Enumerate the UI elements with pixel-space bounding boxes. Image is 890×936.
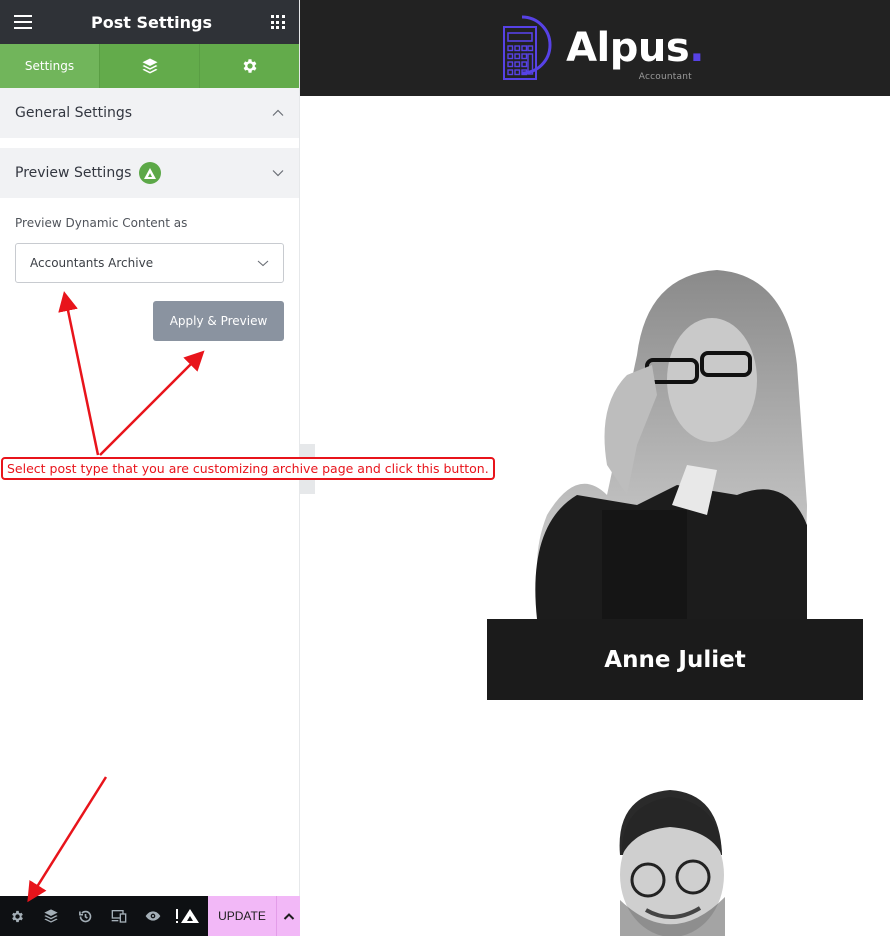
bottom-toolbar: UPDATE	[0, 896, 300, 936]
preview-content-select[interactable]: Accountants Archive	[15, 243, 284, 283]
gear-icon	[243, 59, 256, 73]
history-icon	[78, 910, 91, 922]
preview-settings-body: Preview Dynamic Content as Accountants A…	[0, 198, 299, 341]
layers-icon	[142, 58, 157, 74]
chevron-down-icon	[272, 170, 284, 177]
responsive-button[interactable]	[102, 896, 136, 936]
site-header: Alpus. Accountant	[300, 0, 890, 96]
history-button[interactable]	[68, 896, 102, 936]
update-options-button[interactable]	[276, 896, 300, 936]
alpus-button[interactable]	[170, 896, 204, 936]
team-member-photo-2	[560, 775, 790, 936]
tab-settings-label: Settings	[24, 59, 75, 73]
preview-settings-header[interactable]: Preview Settings	[0, 148, 299, 198]
logo-dot: .	[689, 25, 704, 71]
general-settings-header[interactable]: General Settings	[0, 88, 299, 138]
site-logo[interactable]: Alpus. Accountant	[486, 13, 704, 83]
preview-button[interactable]	[136, 896, 170, 936]
tab-settings[interactable]: Settings	[0, 44, 100, 88]
gear-icon	[11, 910, 23, 922]
preview-settings-label: Preview Settings	[15, 165, 132, 181]
update-button[interactable]: UPDATE	[208, 896, 276, 936]
chevron-up-icon	[283, 913, 294, 920]
editor-root: Post Settings Settings General Settings	[0, 0, 890, 936]
team-member-name[interactable]: Anne Juliet	[487, 619, 863, 700]
tab-navigator[interactable]	[100, 44, 200, 88]
portrait-image	[619, 790, 725, 936]
logo-text: Alpus. Accountant	[566, 25, 704, 82]
logo-subtitle: Accountant	[638, 72, 692, 82]
panel-tabs: Settings	[0, 44, 299, 88]
chevron-up-icon	[272, 109, 284, 116]
general-settings-label: General Settings	[15, 105, 133, 121]
layers-icon	[44, 909, 58, 923]
team-member-photo	[487, 265, 863, 619]
logo-wordmark: Alpus	[566, 25, 690, 71]
apply-row: Apply & Preview	[15, 301, 284, 341]
alpus-logo-icon	[176, 909, 199, 923]
chevron-down-icon	[257, 260, 269, 267]
grid-icon[interactable]	[270, 15, 285, 29]
portrait-image	[535, 270, 807, 619]
responsive-icon	[111, 910, 127, 923]
alpus-logo-icon	[139, 162, 162, 184]
eye-icon	[145, 911, 161, 921]
panel-title: Post Settings	[91, 12, 212, 32]
navigator-button[interactable]	[34, 896, 68, 936]
tutorial-annotation: Select post type that you are customizin…	[1, 457, 495, 480]
preview-content-label: Preview Dynamic Content as	[15, 216, 188, 230]
tab-site-settings[interactable]	[200, 44, 299, 88]
preview-content-value: Accountants Archive	[30, 256, 154, 270]
hamburger-icon[interactable]	[14, 15, 32, 29]
bottom-toolbar-icons	[0, 896, 208, 936]
apply-preview-button[interactable]: Apply & Preview	[153, 301, 284, 341]
calculator-logo-icon	[503, 15, 552, 80]
sidebar-header: Post Settings	[0, 0, 299, 44]
team-member-card[interactable]: Anne Juliet	[487, 265, 863, 700]
preview-settings-label-wrap: Preview Settings	[15, 162, 162, 184]
settings-button[interactable]	[0, 896, 34, 936]
section-gap	[0, 138, 299, 148]
